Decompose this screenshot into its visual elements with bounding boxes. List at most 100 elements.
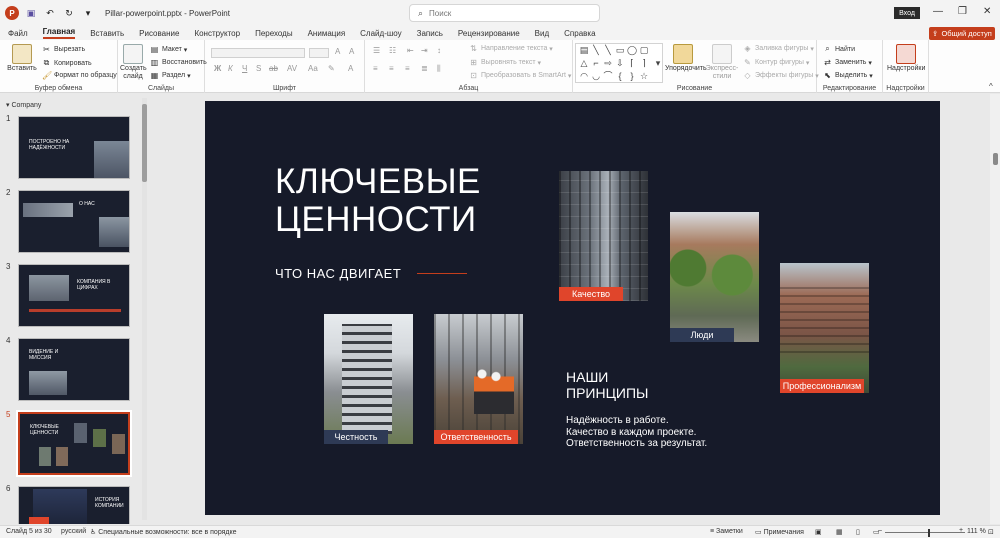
- tab-view[interactable]: Вид: [535, 29, 549, 38]
- smartart-button[interactable]: ⊡ Преобразовать в SmartArt ▾: [469, 71, 571, 80]
- tab-slideshow[interactable]: Слайд-шоу: [360, 29, 401, 38]
- slide-thumbnail-selected[interactable]: КЛЮЧЕВЫЕ ЦЕННОСТИ: [16, 410, 132, 477]
- arrow-right-icon[interactable]: ⇨: [603, 58, 613, 68]
- language-indicator[interactable]: русский: [61, 528, 86, 535]
- quick-styles-button[interactable]: Экспресс-стили: [704, 44, 740, 81]
- arrow-down-icon[interactable]: ⇩: [615, 58, 625, 68]
- strikethrough-icon[interactable]: ab: [269, 64, 278, 73]
- reading-view-icon[interactable]: ▯: [856, 528, 860, 536]
- zoom-level[interactable]: 111 %: [967, 528, 986, 535]
- comments-button[interactable]: ▭ Примечания: [755, 528, 804, 536]
- decrease-indent-icon[interactable]: ⇤: [407, 46, 414, 55]
- align-center-icon[interactable]: ≡: [389, 64, 394, 73]
- paste-button[interactable]: Вставить: [7, 44, 37, 72]
- collapse-ribbon-icon[interactable]: ^: [989, 82, 993, 91]
- honesty-photo[interactable]: [324, 314, 413, 444]
- brace-left-icon[interactable]: {: [615, 71, 625, 81]
- highlight-icon[interactable]: ✎: [328, 64, 335, 73]
- quality-photo[interactable]: [559, 171, 648, 301]
- triangle-icon[interactable]: △: [579, 58, 589, 68]
- oval-icon[interactable]: ◯: [627, 45, 637, 55]
- addins-button[interactable]: Надстройки: [887, 44, 925, 72]
- slide-thumbnail[interactable]: ВИДЕНИЕ И МИССИЯ: [18, 338, 130, 401]
- select-button[interactable]: ⬉ Выделить ▾: [823, 71, 873, 80]
- tab-file[interactable]: Файл: [8, 29, 28, 38]
- angle-icon[interactable]: ⌐: [591, 58, 601, 68]
- font-color-icon[interactable]: A: [348, 64, 353, 73]
- slide-title[interactable]: КЛЮЧЕВЫЕ ЦЕННОСТИ: [275, 163, 481, 239]
- text-box-icon[interactable]: ▤: [579, 45, 589, 55]
- undo-icon[interactable]: ↶: [43, 6, 57, 20]
- change-case-icon[interactable]: Aa: [308, 64, 318, 73]
- curve-icon[interactable]: ◡: [591, 71, 601, 81]
- increase-indent-icon[interactable]: ⇥: [421, 46, 428, 55]
- font-family-dropdown[interactable]: [211, 48, 305, 58]
- slide-thumbnail[interactable]: ПОСТРОЕНО НА НАДЁЖНОСТИ: [18, 116, 130, 179]
- fit-slide-icon[interactable]: ⊡: [988, 528, 994, 536]
- slide-canvas[interactable]: КЛЮЧЕВЫЕ ЦЕННОСТИ ЧТО НАС ДВИГАЕТ Качест…: [205, 101, 940, 515]
- cut-button[interactable]: ✂ Вырезать: [42, 45, 85, 54]
- section-header[interactable]: ▾ Company: [6, 101, 41, 109]
- principles-body[interactable]: Надёжность в работе. Качество в каждом п…: [566, 415, 707, 450]
- section-button[interactable]: ▦ Раздел ▾: [150, 71, 191, 80]
- italic-icon[interactable]: К: [228, 64, 233, 73]
- principles-heading[interactable]: НАШИ ПРИНЦИПЫ: [566, 369, 648, 401]
- tab-animations[interactable]: Анимация: [308, 29, 346, 38]
- zoom-slider[interactable]: [885, 532, 965, 533]
- notes-button[interactable]: ≡ Заметки: [710, 528, 743, 535]
- tab-record[interactable]: Запись: [417, 29, 443, 38]
- bullets-icon[interactable]: ☰: [373, 46, 380, 55]
- tab-design[interactable]: Конструктор: [194, 29, 240, 38]
- new-slide-button[interactable]: Создать слайд: [120, 44, 147, 81]
- signin-button[interactable]: Вход: [894, 7, 920, 19]
- bracket-icon[interactable]: ⌉: [639, 58, 649, 68]
- bracket-icon[interactable]: ⌈: [627, 58, 637, 68]
- minimize-icon[interactable]: —: [933, 6, 943, 17]
- bold-icon[interactable]: Ж: [214, 64, 221, 73]
- shape-outline-button[interactable]: ✎ Контур фигуры ▾: [743, 58, 809, 67]
- responsibility-photo[interactable]: [434, 314, 523, 444]
- redo-icon[interactable]: ↻: [62, 6, 76, 20]
- line-icon[interactable]: ╲: [591, 45, 601, 55]
- slide-thumbnail[interactable]: ИСТОРИЯ КОМПАНИИ: [18, 486, 130, 524]
- maximize-icon[interactable]: ❐: [958, 6, 967, 17]
- copy-button[interactable]: ⧉ Копировать: [42, 58, 92, 68]
- shapes-gallery[interactable]: ▤ ╲ ╲ ▭ ◯ ▢ △ ⌐ ⇨ ⇩ ⌈ ⌉ ◠ ◡ ⌒ { } ☆ ▾: [575, 43, 663, 83]
- shadow-icon[interactable]: S: [256, 64, 261, 73]
- rectangle-icon[interactable]: ▭: [615, 45, 625, 55]
- accessibility-status[interactable]: ♿ Специальные возможности: все в порядке: [90, 528, 237, 536]
- quick-access-more-icon[interactable]: ▾: [81, 6, 95, 20]
- increase-font-icon[interactable]: A: [335, 47, 340, 56]
- thumbnail-scrollbar-thumb[interactable]: [142, 104, 147, 182]
- curve-icon[interactable]: ◠: [579, 71, 589, 81]
- gallery-more-icon[interactable]: ▾: [653, 58, 663, 68]
- arrange-button[interactable]: Упорядочить: [665, 44, 707, 72]
- close-icon[interactable]: ✕: [983, 6, 991, 17]
- shape-fill-button[interactable]: ◈ Заливка фигуры ▾: [743, 44, 814, 53]
- find-button[interactable]: ⌕ Найти: [823, 44, 855, 54]
- tab-transitions[interactable]: Переходы: [255, 29, 293, 38]
- font-size-dropdown[interactable]: [309, 48, 329, 58]
- columns-icon[interactable]: ⫼: [437, 64, 441, 74]
- slide-thumbnail[interactable]: КОМПАНИЯ В ЦИФРАХ: [18, 264, 130, 327]
- tab-home[interactable]: Главная: [42, 27, 76, 39]
- editor-scrollbar-thumb[interactable]: [993, 153, 998, 165]
- replace-button[interactable]: ⇄ Заменить ▾: [823, 58, 872, 67]
- char-spacing-icon[interactable]: AV: [287, 64, 297, 73]
- layout-button[interactable]: ▤ Макет ▾: [150, 45, 188, 54]
- star-icon[interactable]: ☆: [639, 71, 649, 81]
- line-spacing-icon[interactable]: ↕: [437, 46, 441, 55]
- decrease-font-icon[interactable]: A: [349, 47, 354, 56]
- tab-insert[interactable]: Вставить: [90, 29, 124, 38]
- rounded-rect-icon[interactable]: ▢: [639, 45, 649, 55]
- people-photo[interactable]: [670, 212, 759, 342]
- save-icon[interactable]: ▣: [24, 6, 38, 20]
- slide-subtitle[interactable]: ЧТО НАС ДВИГАЕТ: [275, 266, 401, 281]
- brace-right-icon[interactable]: }: [627, 71, 637, 81]
- share-button[interactable]: ⇪ Общий доступ: [929, 27, 995, 40]
- search-input[interactable]: ⌕ Поиск: [409, 4, 600, 22]
- normal-view-icon[interactable]: ▣: [815, 528, 822, 536]
- text-direction-button[interactable]: ⇅ Направление текста ▾: [469, 44, 553, 53]
- justify-icon[interactable]: ≣: [421, 64, 428, 73]
- zoom-in-icon[interactable]: +: [959, 527, 963, 534]
